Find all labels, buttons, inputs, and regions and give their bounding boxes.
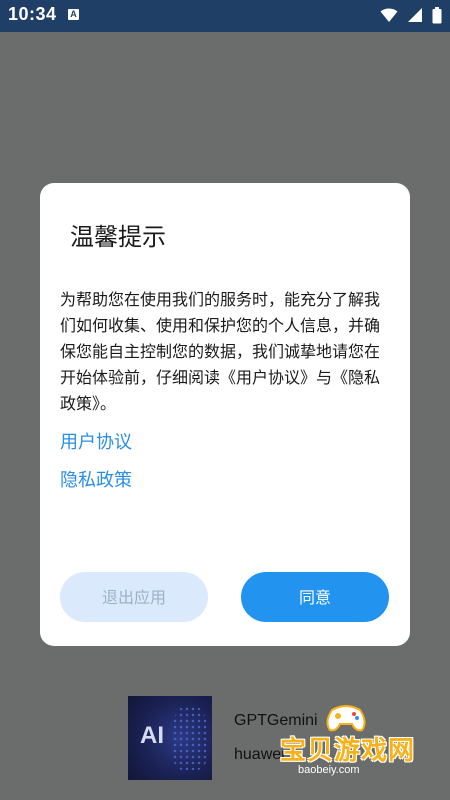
watermark: 宝贝游戏网 baobeiy.com <box>272 700 442 784</box>
dialog-title: 温馨提示 <box>70 223 166 251</box>
app-thumbnail: AI <box>128 696 212 780</box>
status-bar: 10:34 A <box>0 0 450 32</box>
user-agreement-link[interactable]: 用户协议 <box>60 428 132 454</box>
signal-icon <box>407 8 422 22</box>
watermark-url: baobeiy.com <box>298 764 360 776</box>
status-icons <box>376 7 442 25</box>
watermark-text: 宝贝游戏网 <box>280 736 416 766</box>
privacy-dialog: 温馨提示 为帮助您在使用我们的服务时，能充分了解我们如何收集、使用和保护您的个人… <box>40 183 410 646</box>
privacy-policy-link[interactable]: 隐私政策 <box>60 466 132 492</box>
wifi-icon <box>380 8 398 22</box>
status-time: 10:34 <box>8 4 57 24</box>
gamepad-icon <box>326 705 366 732</box>
notification-a-icon: A <box>68 9 79 20</box>
battery-icon <box>432 7 442 24</box>
dialog-body: 为帮助您在使用我们的服务时，能充分了解我们如何收集、使用和保护您的个人信息，并确… <box>60 290 381 413</box>
screen: 10:34 A AI GPTGemini huawei 宝贝游戏网 baobei… <box>0 0 450 800</box>
app-thumbnail-label: AI <box>140 722 164 749</box>
agree-button[interactable]: 同意 <box>241 572 389 622</box>
ai-head-graphic <box>172 706 208 770</box>
exit-app-button[interactable]: 退出应用 <box>60 572 208 622</box>
